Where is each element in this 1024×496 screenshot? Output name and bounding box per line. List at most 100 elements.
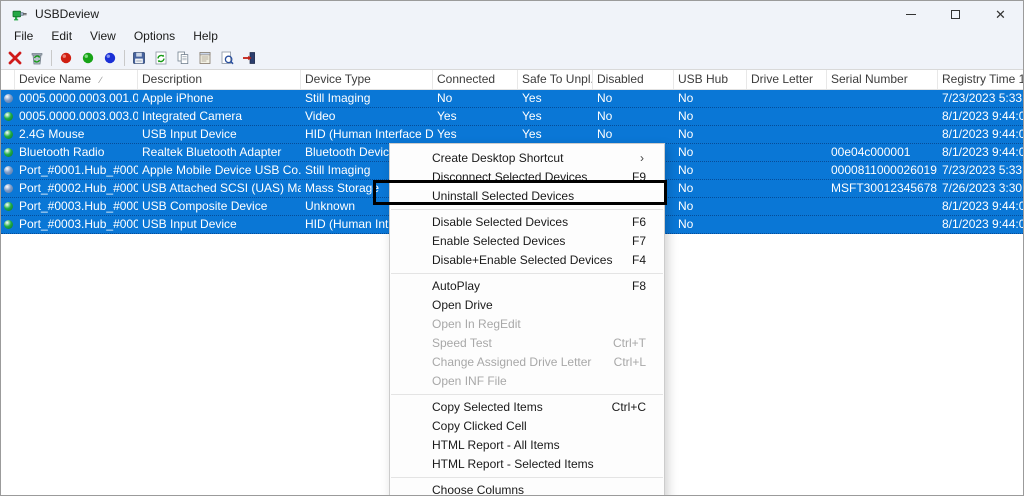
cell-device-name[interactable]: Port_#0001.Hub_#0001 <box>15 162 138 179</box>
cell-connected[interactable]: Yes <box>433 108 518 125</box>
cell-serial-number[interactable]: 00e04c000001 <box>827 144 938 161</box>
cell-usb-hub[interactable]: No <box>674 216 747 233</box>
cell-serial-number[interactable] <box>827 108 938 125</box>
cell-device-name[interactable]: 0005.0000.0003.001.00... <box>15 90 138 107</box>
cell-registry-time[interactable]: 8/1/2023 9:44:06 <box>938 126 1024 143</box>
cell-disabled[interactable]: No <box>593 108 674 125</box>
cell-device-name[interactable]: Port_#0003.Hub_#0001 <box>15 198 138 215</box>
cell-safe-to-unplug[interactable]: Yes <box>518 108 593 125</box>
cell-serial-number[interactable] <box>827 198 938 215</box>
cell-usb-hub[interactable]: No <box>674 144 747 161</box>
red-ball-button[interactable] <box>55 48 77 68</box>
cell-safe-to-unplug[interactable]: Yes <box>518 90 593 107</box>
green-ball-button[interactable] <box>77 48 99 68</box>
cell-serial-number[interactable] <box>827 90 938 107</box>
cell-usb-hub[interactable]: No <box>674 108 747 125</box>
context-menu-item-disable-selected-devices[interactable]: Disable Selected DevicesF6 <box>390 213 664 232</box>
context-menu-item-enable-selected-devices[interactable]: Enable Selected DevicesF7 <box>390 232 664 251</box>
context-menu-item-html-report-all-items[interactable]: HTML Report - All Items <box>390 436 664 455</box>
cell-description[interactable]: Apple iPhone <box>138 90 301 107</box>
column-header-registry-time[interactable]: Registry Time 1 <box>938 70 1024 89</box>
cell-device-type[interactable]: Video <box>301 108 433 125</box>
menubar-item-edit[interactable]: Edit <box>42 27 81 46</box>
cell-description[interactable]: Integrated Camera <box>138 108 301 125</box>
cell-serial-number[interactable]: 0000811000026019... <box>827 162 938 179</box>
menubar-item-file[interactable]: File <box>5 27 42 46</box>
cell-device-name[interactable]: 0005.0000.0003.003.00... <box>15 108 138 125</box>
table-row[interactable]: 0005.0000.0003.003.00...Integrated Camer… <box>1 108 1023 126</box>
context-menu-item-html-report-selected-items[interactable]: HTML Report - Selected Items <box>390 455 664 474</box>
column-header-drive-letter[interactable]: Drive Letter <box>747 70 827 89</box>
table-row[interactable]: 0005.0000.0003.001.00...Apple iPhoneStil… <box>1 90 1023 108</box>
context-menu-item-choose-columns[interactable]: Choose Columns <box>390 481 664 496</box>
cell-safe-to-unplug[interactable]: Yes <box>518 126 593 143</box>
cell-description[interactable]: USB Input Device <box>138 126 301 143</box>
cell-device-type[interactable]: Still Imaging <box>301 90 433 107</box>
cell-registry-time[interactable]: 8/1/2023 9:44:06 <box>938 198 1024 215</box>
cell-usb-hub[interactable]: No <box>674 198 747 215</box>
find-button[interactable] <box>216 48 238 68</box>
properties-button[interactable] <box>194 48 216 68</box>
cell-disabled[interactable]: No <box>593 90 674 107</box>
cell-device-name[interactable]: 2.4G Mouse <box>15 126 138 143</box>
cell-device-type[interactable]: HID (Human Interface D... <box>301 126 433 143</box>
disconnect-recycle-button[interactable] <box>26 48 48 68</box>
cell-device-name[interactable]: Bluetooth Radio <box>15 144 138 161</box>
context-menu-item-copy-selected-items[interactable]: Copy Selected ItemsCtrl+C <box>390 398 664 417</box>
cell-description[interactable]: USB Composite Device <box>138 198 301 215</box>
close-button[interactable]: ✕ <box>978 1 1023 27</box>
menubar-item-view[interactable]: View <box>81 27 125 46</box>
cell-serial-number[interactable] <box>827 216 938 233</box>
cell-drive-letter[interactable] <box>747 180 827 197</box>
table-row[interactable]: 2.4G MouseUSB Input DeviceHID (Human Int… <box>1 126 1023 144</box>
cell-connected[interactable]: Yes <box>433 126 518 143</box>
menubar-item-options[interactable]: Options <box>125 27 184 46</box>
cell-description[interactable]: Apple Mobile Device USB Co... <box>138 162 301 179</box>
cell-usb-hub[interactable]: No <box>674 162 747 179</box>
cell-device-name[interactable]: Port_#0003.Hub_#0002 <box>15 216 138 233</box>
column-header-connected[interactable]: Connected <box>433 70 518 89</box>
minimize-button[interactable] <box>888 1 933 27</box>
column-header-disabled[interactable]: Disabled <box>593 70 674 89</box>
cell-registry-time[interactable]: 8/1/2023 9:44:07 <box>938 108 1024 125</box>
column-header-safe-to-unplug[interactable]: Safe To Unpl... <box>518 70 593 89</box>
uninstall-x-button[interactable] <box>4 48 26 68</box>
blue-ball-button[interactable] <box>99 48 121 68</box>
refresh-button[interactable] <box>150 48 172 68</box>
context-menu-item-create-desktop-shortcut[interactable]: Create Desktop Shortcut› <box>390 149 664 168</box>
context-menu-item-disable-enable-selected-devices[interactable]: Disable+Enable Selected DevicesF4 <box>390 251 664 270</box>
menubar-item-help[interactable]: Help <box>184 27 227 46</box>
cell-disabled[interactable]: No <box>593 126 674 143</box>
cell-device-name[interactable]: Port_#0002.Hub_#0002 <box>15 180 138 197</box>
maximize-button[interactable] <box>933 1 978 27</box>
cell-registry-time[interactable]: 8/1/2023 9:44:06 <box>938 216 1024 233</box>
context-menu-item-disconnect-selected-devices[interactable]: Disconnect Selected DevicesF9 <box>390 168 664 187</box>
cell-serial-number[interactable]: MSFT30012345678... <box>827 180 938 197</box>
cell-drive-letter[interactable] <box>747 162 827 179</box>
save-button[interactable] <box>128 48 150 68</box>
cell-registry-time[interactable]: 7/26/2023 3:30:53 <box>938 180 1024 197</box>
context-menu-item-open-drive[interactable]: Open Drive <box>390 296 664 315</box>
cell-description[interactable]: USB Input Device <box>138 216 301 233</box>
cell-registry-time[interactable]: 8/1/2023 9:44:07 <box>938 144 1024 161</box>
context-menu-item-autoplay[interactable]: AutoPlayF8 <box>390 277 664 296</box>
cell-registry-time[interactable]: 7/23/2023 5:33:23 <box>938 90 1024 107</box>
copy-button[interactable] <box>172 48 194 68</box>
cell-registry-time[interactable]: 7/23/2023 5:33:22 <box>938 162 1024 179</box>
column-header-description[interactable]: Description <box>138 70 301 89</box>
column-header-serial-number[interactable]: Serial Number <box>827 70 938 89</box>
context-menu-item-copy-clicked-cell[interactable]: Copy Clicked Cell <box>390 417 664 436</box>
cell-drive-letter[interactable] <box>747 144 827 161</box>
context-menu-item-uninstall-selected-devices[interactable]: Uninstall Selected Devices <box>390 187 664 206</box>
column-header-device-type[interactable]: Device Type <box>301 70 433 89</box>
column-header-device-name[interactable]: Device Name∕ <box>15 70 138 89</box>
cell-usb-hub[interactable]: No <box>674 90 747 107</box>
cell-connected[interactable]: No <box>433 90 518 107</box>
column-header-usb-hub[interactable]: USB Hub <box>674 70 747 89</box>
cell-usb-hub[interactable]: No <box>674 180 747 197</box>
cell-description[interactable]: Realtek Bluetooth Adapter <box>138 144 301 161</box>
column-header-status-icon[interactable] <box>1 70 15 89</box>
usbdeview-app-icon[interactable] <box>12 6 28 22</box>
exit-button[interactable] <box>238 48 260 68</box>
cell-drive-letter[interactable] <box>747 126 827 143</box>
